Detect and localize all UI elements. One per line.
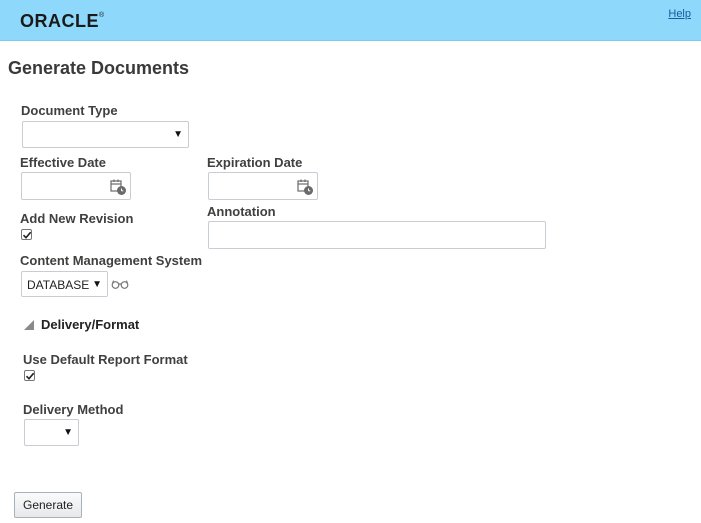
- logo-text: ORACLE: [20, 11, 99, 31]
- dropdown-caret-icon: ▼: [173, 129, 183, 140]
- glasses-icon[interactable]: [111, 279, 129, 289]
- app-header: ORACLE® Help: [0, 0, 701, 41]
- checkmark-icon: [25, 372, 35, 380]
- add-new-revision-checkbox[interactable]: [21, 229, 32, 240]
- triangle-expanded-icon[interactable]: [24, 320, 34, 330]
- add-new-revision-label: Add New Revision: [20, 211, 134, 226]
- generate-button[interactable]: Generate: [14, 492, 83, 518]
- content-management-system-value: DATABASE: [27, 278, 90, 292]
- oracle-logo: ORACLE®: [20, 11, 105, 32]
- help-link[interactable]: Help: [668, 8, 691, 20]
- use-default-report-format-label: Use Default Report Format: [23, 352, 188, 367]
- effective-date-field[interactable]: [21, 172, 131, 200]
- effective-date-label: Effective Date: [20, 155, 106, 170]
- annotation-input[interactable]: [208, 221, 546, 249]
- content-management-system-label: Content Management System: [20, 253, 203, 268]
- delivery-method-label: Delivery Method: [23, 402, 124, 417]
- dropdown-caret-icon: ▼: [92, 279, 102, 290]
- calendar-icon[interactable]: [109, 178, 127, 196]
- delivery-format-section-title[interactable]: Delivery/Format: [41, 317, 139, 332]
- content-management-system-select[interactable]: DATABASE ▼: [21, 271, 108, 297]
- page-title: Generate Documents: [8, 58, 190, 78]
- document-type-select[interactable]: ▼: [22, 121, 189, 148]
- annotation-label: Annotation: [207, 204, 276, 219]
- delivery-method-select[interactable]: ▼: [24, 419, 79, 446]
- dropdown-caret-icon: ▼: [63, 427, 73, 438]
- calendar-icon[interactable]: [296, 178, 314, 196]
- logo-registered-mark: ®: [99, 12, 105, 19]
- expiration-date-label: Expiration Date: [207, 155, 303, 170]
- checkmark-icon: [22, 231, 32, 239]
- use-default-report-format-checkbox[interactable]: [24, 370, 35, 381]
- expiration-date-field[interactable]: [208, 172, 318, 200]
- document-type-label: Document Type: [21, 103, 118, 118]
